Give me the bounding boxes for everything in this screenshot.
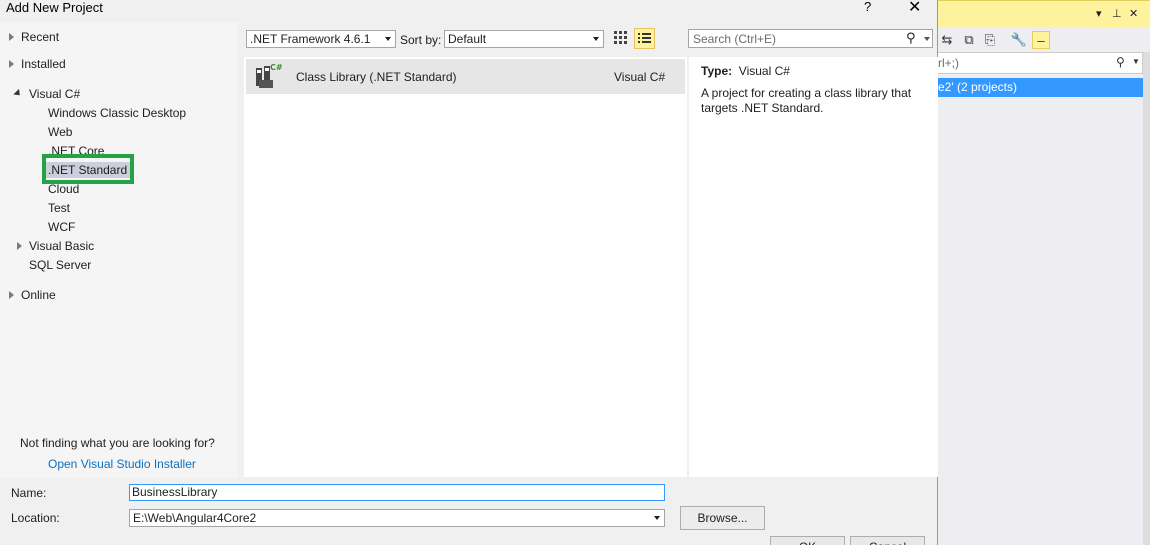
tree-item-online[interactable]: Online	[21, 288, 56, 302]
location-value: E:\Web\Angular4Core2	[133, 511, 257, 525]
tree-item-sql-server[interactable]: SQL Server	[29, 258, 91, 272]
sort-by-dropdown[interactable]: Default	[444, 30, 604, 48]
add-new-project-dialog: Add New Project ? ✕ Recent Installed Vis…	[0, 0, 938, 545]
name-label: Name:	[11, 486, 47, 500]
sort-by-value: Default	[448, 32, 487, 46]
template-category-tree: Recent Installed Visual C# Windows Class…	[0, 22, 238, 478]
tree-item-web[interactable]: Web	[48, 125, 72, 139]
tree-item-wcf[interactable]: WCF	[48, 220, 75, 234]
tree-item-windows-classic-desktop[interactable]: Windows Classic Desktop	[48, 106, 186, 120]
detail-description: A project for creating a class library t…	[701, 86, 912, 115]
tree-item-recent[interactable]: Recent	[21, 30, 59, 44]
list-view-icon	[638, 33, 651, 43]
search-placeholder: Search (Ctrl+E)	[693, 32, 777, 46]
solution-explorer-toolbar: ⇆ ⧉ ⎘ 🔧 –	[938, 28, 1150, 52]
class-library-csharp-icon: C#	[256, 63, 282, 88]
template-row[interactable]: C# Class Library (.NET Standard) Visual …	[246, 59, 685, 94]
template-details-pane: Type: Visual C# A project for creating a…	[689, 57, 938, 477]
svg-text:C#: C#	[270, 63, 282, 72]
template-name: Class Library (.NET Standard)	[296, 70, 457, 84]
solution-node[interactable]: e2' (2 projects)	[938, 78, 1143, 97]
list-view-button[interactable]	[634, 28, 655, 49]
tree-item-installed[interactable]: Installed	[21, 57, 66, 71]
detail-type: Type: Visual C#	[701, 64, 790, 78]
open-installer-link[interactable]: Open Visual Studio Installer	[48, 457, 196, 471]
chevron-down-icon	[385, 37, 391, 41]
template-list: C# Class Library (.NET Standard) Visual …	[244, 57, 687, 477]
tree-item-cloud[interactable]: Cloud	[48, 182, 79, 196]
expand-arrow-icon[interactable]	[9, 291, 14, 299]
search-placeholder-fragment: rl+;)	[938, 56, 959, 70]
search-icon: ⚲	[1116, 55, 1125, 69]
browse-button[interactable]: Browse...	[680, 506, 765, 530]
chevron-down-icon[interactable]	[924, 37, 930, 41]
chevron-down-icon	[593, 37, 599, 41]
sync-icon[interactable]: ⇆	[938, 31, 956, 49]
help-button[interactable]: ?	[864, 0, 871, 14]
framework-dropdown[interactable]: .NET Framework 4.6.1	[246, 30, 396, 48]
background-vs-window: ▾ ⊥ ✕ ⇆ ⧉ ⎘ 🔧 – rl+;) ⚲ ▼ e2' (2 project…	[938, 0, 1150, 545]
detail-type-label: Type:	[701, 64, 733, 78]
not-finding-text: Not finding what you are looking for?	[20, 436, 215, 450]
properties-wrench-icon[interactable]: 🔧	[1010, 31, 1028, 49]
close-button[interactable]: ✕	[908, 0, 921, 17]
close-icon[interactable]: ✕	[1129, 7, 1138, 20]
template-search-input[interactable]: Search (Ctrl+E) ⚲	[688, 29, 933, 48]
annotation-highlight-box	[42, 154, 134, 184]
sort-by-label: Sort by:	[400, 33, 442, 47]
framework-value: .NET Framework 4.6.1	[250, 32, 371, 46]
pin-icon[interactable]: ⊥	[1112, 7, 1122, 20]
detail-type-value: Visual C#	[738, 64, 790, 78]
chevron-down-icon[interactable]: ▼	[1132, 57, 1140, 66]
chevron-down-icon	[654, 516, 660, 520]
cancel-button[interactable]: Cancel	[850, 536, 925, 545]
dialog-title: Add New Project	[6, 0, 103, 15]
collapse-arrow-icon[interactable]	[13, 88, 23, 99]
tree-item-visual-basic[interactable]: Visual Basic	[29, 239, 94, 253]
expand-arrow-icon[interactable]	[17, 242, 22, 250]
project-name-input[interactable]: BusinessLibrary	[129, 484, 665, 501]
solution-explorer-search[interactable]: rl+;) ⚲ ▼	[938, 52, 1143, 74]
ok-button[interactable]: OK	[770, 536, 845, 545]
location-combobox[interactable]: E:\Web\Angular4Core2	[129, 509, 665, 527]
expand-arrow-icon[interactable]	[9, 33, 14, 41]
location-label: Location:	[11, 511, 60, 525]
search-icon: ⚲	[906, 30, 916, 45]
dropdown-arrow-icon[interactable]: ▾	[1096, 7, 1102, 20]
grid-view-icon[interactable]	[612, 29, 630, 47]
expand-arrow-icon[interactable]	[9, 60, 14, 68]
show-all-files-icon[interactable]: ⎘	[981, 31, 999, 49]
tree-item-visual-csharp[interactable]: Visual C#	[29, 87, 80, 101]
solution-explorer-titlebar: ▾ ⊥ ✕	[938, 0, 1150, 28]
template-language: Visual C#	[614, 70, 666, 84]
scrollbar[interactable]	[1143, 52, 1150, 545]
collapse-all-icon[interactable]: ⧉	[960, 31, 978, 49]
tree-item-test[interactable]: Test	[48, 201, 70, 215]
preview-selected-icon[interactable]: –	[1032, 31, 1050, 49]
